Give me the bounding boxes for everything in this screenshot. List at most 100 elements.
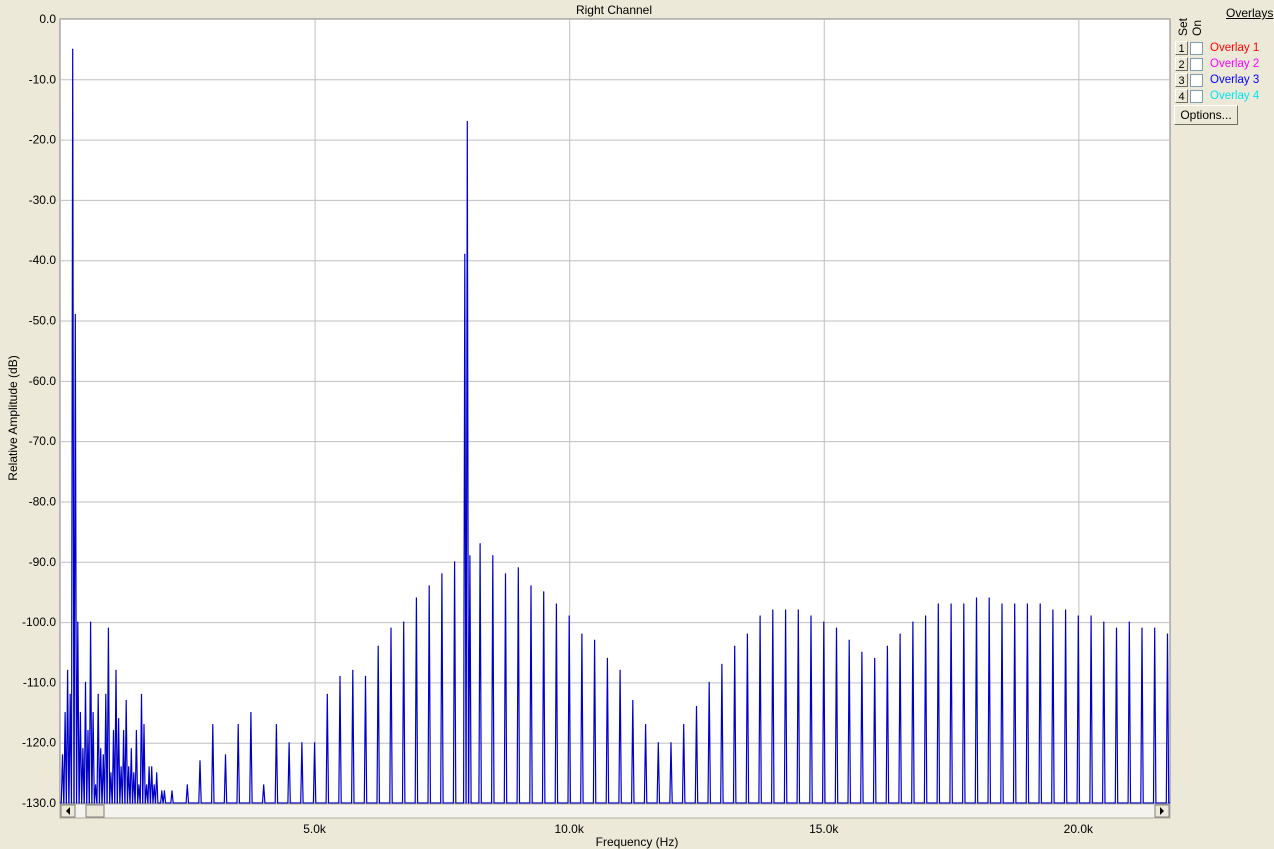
data-point xyxy=(135,730,137,732)
data-point xyxy=(107,627,109,629)
y-tick-label: -40.0 xyxy=(29,253,57,267)
data-point xyxy=(161,790,163,792)
data-point xyxy=(581,633,583,635)
overlay-1-checkbox[interactable] xyxy=(1190,42,1203,55)
overlay-row-3: 3 Overlay 3 xyxy=(1175,73,1273,88)
data-point xyxy=(415,597,417,599)
data-point xyxy=(199,760,201,762)
overlay-2-set-button[interactable]: 2 xyxy=(1175,57,1188,71)
data-point xyxy=(975,597,978,599)
data-point xyxy=(695,705,698,708)
data-point xyxy=(759,615,761,617)
overlay-2-label: Overlay 2 xyxy=(1210,58,1260,70)
data-point xyxy=(100,748,102,750)
data-point xyxy=(237,724,239,726)
data-point xyxy=(963,603,965,605)
overlay-row-1: 1 Overlay 1 xyxy=(1175,41,1273,56)
data-point xyxy=(72,48,74,50)
data-point xyxy=(785,609,787,611)
horizontal-scrollbar[interactable] xyxy=(59,803,1171,819)
data-point xyxy=(504,573,507,575)
data-point xyxy=(670,742,672,744)
overlay-3-label: Overlay 3 xyxy=(1210,74,1260,86)
data-point xyxy=(772,609,774,611)
data-point xyxy=(115,669,117,671)
data-point xyxy=(899,633,901,635)
overlay-3-set-button[interactable]: 3 xyxy=(1175,73,1188,87)
overlay-4-checkbox[interactable] xyxy=(1190,90,1203,103)
data-point xyxy=(263,784,265,786)
y-tick-label: -90.0 xyxy=(29,555,57,569)
data-point xyxy=(469,555,471,557)
overlay-3-checkbox[interactable] xyxy=(1190,74,1203,87)
data-point xyxy=(138,784,140,786)
data-point xyxy=(125,699,127,702)
overlay-row-2: 2 Overlay 2 xyxy=(1175,57,1273,72)
data-point xyxy=(1077,615,1079,617)
data-point xyxy=(301,742,303,744)
options-button[interactable]: Options... xyxy=(1174,105,1238,125)
data-point xyxy=(74,313,76,316)
x-tick-labels: 5.0k 10.0k 15.0k 20.0k xyxy=(303,822,1094,836)
overlay-4-label: Overlay 4 xyxy=(1210,90,1260,102)
overlay-1-label: Overlay 1 xyxy=(1210,42,1260,54)
data-point xyxy=(64,711,66,714)
data-point xyxy=(823,621,825,623)
data-point xyxy=(143,724,145,726)
data-point xyxy=(530,585,532,587)
scroll-thumb[interactable] xyxy=(85,804,105,818)
data-point xyxy=(543,591,545,593)
y-tick-label: -60.0 xyxy=(29,374,57,388)
overlay-1-set-button[interactable]: 1 xyxy=(1175,41,1188,55)
y-tick-label: -130.0 xyxy=(22,796,56,810)
data-point xyxy=(466,120,468,123)
data-point xyxy=(171,790,173,792)
y-tick-labels: 0.0 -10.0 -20.0 -30.0 -40.0 -50.0 -60.0 -70.0 -8… xyxy=(22,12,56,810)
data-point xyxy=(568,615,570,617)
data-point xyxy=(988,597,990,599)
data-point xyxy=(645,724,647,726)
data-point xyxy=(84,681,87,684)
data-point xyxy=(133,772,135,774)
data-point xyxy=(92,711,94,714)
data-point xyxy=(1065,609,1067,611)
x-tick-label: 20.0k xyxy=(1064,822,1094,836)
spectrum-chart: 0.0 -10.0 -20.0 -30.0 -40.0 -50.0 -60.0 -70.0 -8… xyxy=(6,3,1171,849)
data-point xyxy=(120,766,122,768)
data-point xyxy=(87,730,89,732)
scrollbar-track[interactable] xyxy=(59,803,1171,819)
data-point xyxy=(151,766,153,768)
data-point xyxy=(250,711,252,714)
data-point xyxy=(90,621,92,623)
data-point xyxy=(835,627,838,629)
data-point xyxy=(1052,609,1054,611)
data-point xyxy=(606,657,609,659)
y-tick-label: -30.0 xyxy=(29,193,57,207)
data-point xyxy=(77,621,79,623)
data-point xyxy=(82,748,84,750)
data-point xyxy=(848,639,850,641)
data-point xyxy=(479,543,481,545)
data-point xyxy=(105,693,107,696)
overlay-4-set-button[interactable]: 4 xyxy=(1175,89,1188,103)
x-tick-label: 10.0k xyxy=(554,822,584,836)
y-tick-label: -120.0 xyxy=(22,736,56,750)
data-point xyxy=(1115,627,1118,629)
data-point xyxy=(339,675,341,678)
data-point xyxy=(364,675,367,678)
data-point xyxy=(140,693,143,696)
data-point xyxy=(79,711,81,714)
data-point xyxy=(517,567,519,569)
data-point xyxy=(288,742,290,744)
data-point xyxy=(1001,603,1003,605)
data-point xyxy=(212,724,214,726)
y-tick-label: -10.0 xyxy=(29,72,57,86)
y-tick-label: -70.0 xyxy=(29,434,57,448)
data-point xyxy=(950,603,952,605)
overlay-2-checkbox[interactable] xyxy=(1190,58,1203,71)
data-point xyxy=(428,585,430,587)
data-point xyxy=(937,603,939,605)
data-point xyxy=(657,742,659,744)
data-point xyxy=(69,693,71,696)
data-point xyxy=(619,669,621,671)
